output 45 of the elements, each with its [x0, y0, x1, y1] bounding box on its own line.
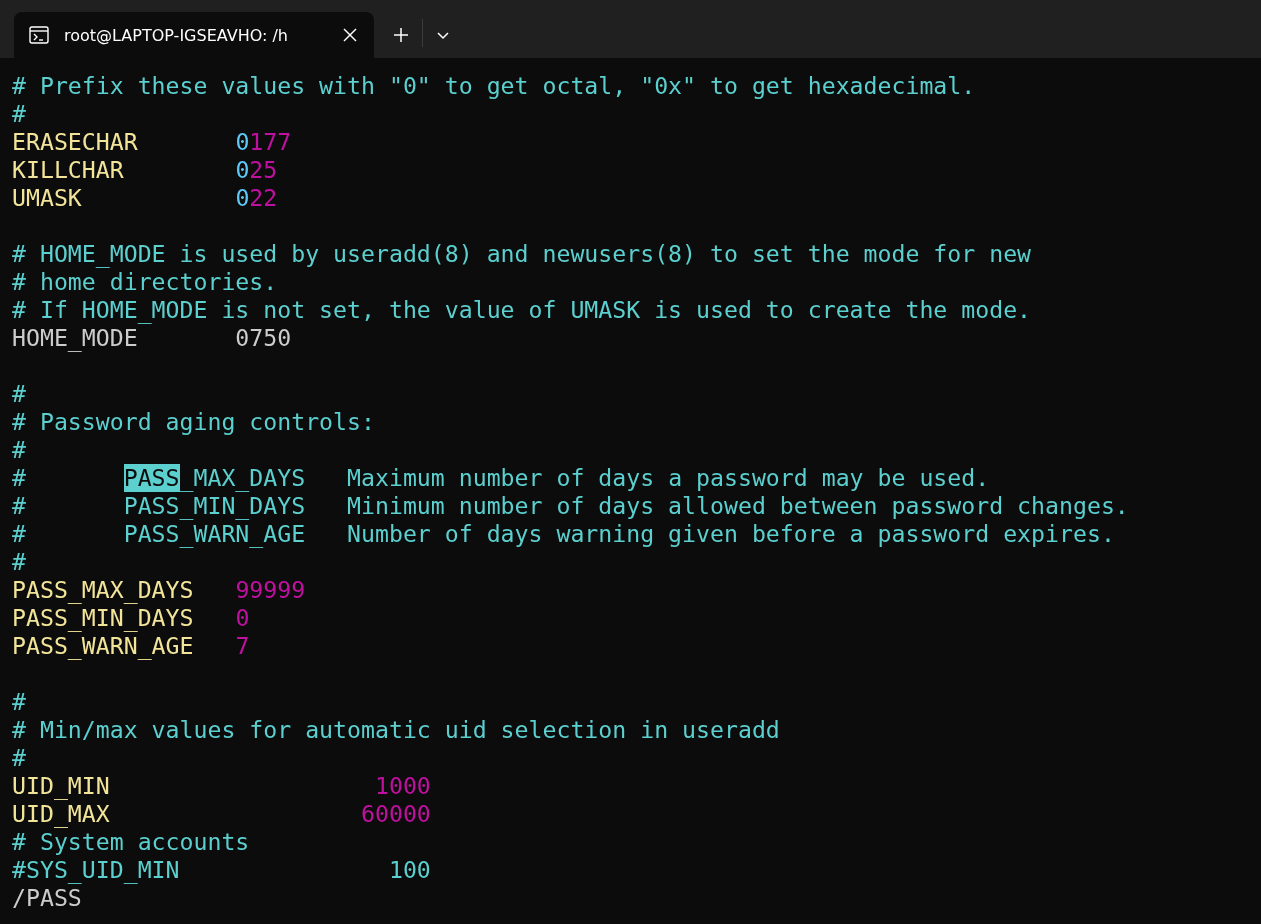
terminal-icon [28, 24, 50, 46]
comment-text: # HOME_MODE is used by useradd(8) and newusers(8) to set the mode for new [12, 240, 1032, 268]
comment-text: # Prefix these values with "0" to get octal, "0x" to get hexadecimal. [12, 72, 976, 100]
comment-text: # If HOME_MODE is not set, the value of UMASK is used to create the mode. [12, 296, 1032, 324]
config-key: UID_MIN [12, 772, 375, 800]
octal-prefix: 0 [235, 128, 250, 156]
config-value: 0 [235, 604, 250, 632]
config-key: PASS_MAX_DAYS [12, 576, 236, 604]
config-key: KILLCHAR [12, 156, 236, 184]
octal-prefix: 0 [235, 156, 250, 184]
config-value: 22 [249, 184, 278, 212]
config-key: UID_MAX [12, 800, 361, 828]
comment-text: # home directories. [12, 268, 278, 296]
comment-text: # Min/max values for automatic uid selection in useradd [12, 716, 780, 744]
comment-text: # System accounts [12, 828, 250, 856]
comment-text: #SYS_UID_MIN 100 [12, 856, 431, 884]
close-icon [342, 27, 358, 43]
config-value: 60000 [361, 800, 431, 828]
config-key: ERASECHAR [12, 128, 236, 156]
octal-prefix: 0 [235, 184, 250, 212]
config-value: 25 [249, 156, 278, 184]
config-key: PASS_MIN_DAYS [12, 604, 236, 632]
comment-text: # [12, 100, 26, 128]
comment-text: # [12, 464, 27, 492]
config-key: UMASK [12, 184, 236, 212]
tab-title: root@LAPTOP-IGSEAVHO: /h [64, 25, 289, 45]
comment-text: # [12, 436, 26, 464]
comment-text: # Password aging controls: [12, 408, 375, 436]
search-match: PASS [123, 464, 180, 492]
comment-text: # [12, 688, 26, 716]
comment-text: # [12, 744, 26, 772]
terminal-text: HOME_MODE 0750 [12, 324, 292, 352]
comment-text: # [12, 380, 26, 408]
comment-text: _MAX_DAYS Maximum number of days a password may be used. [179, 464, 990, 492]
comment-text: # PASS_MIN_DAYS Minimum number of days allowed between password changes. [12, 492, 1129, 520]
config-value: 99999 [235, 576, 306, 604]
config-value: 7 [235, 632, 250, 660]
terminal-text: /PASS [12, 884, 82, 912]
plus-icon [392, 26, 410, 44]
config-value: 1000 [374, 772, 431, 800]
comment-text: # PASS_WARN_AGE Number of days warning given before a password expires. [12, 520, 1115, 548]
config-key: PASS_WARN_AGE [12, 632, 236, 660]
config-value: 177 [249, 128, 292, 156]
terminal-tab[interactable]: root@LAPTOP-IGSEAVHO: /h [14, 12, 374, 58]
comment-text: # [12, 548, 26, 576]
